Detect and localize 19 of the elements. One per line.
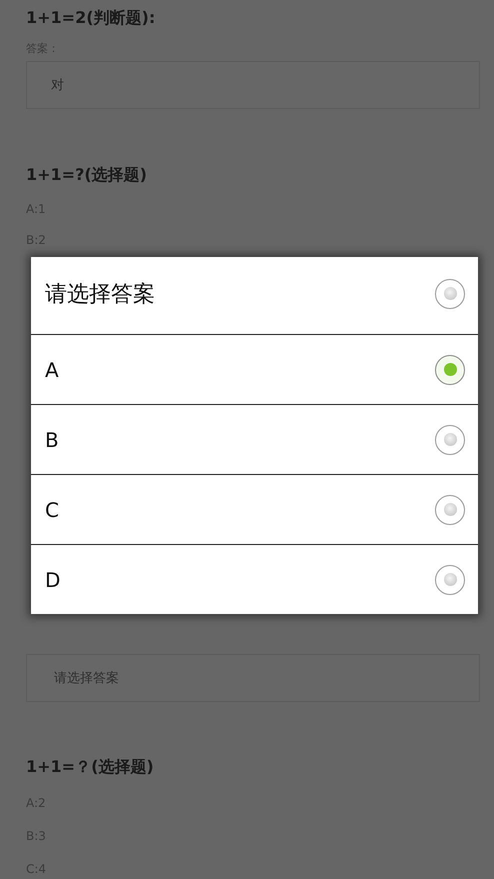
answer-select-field[interactable]: 请选择答案: [26, 654, 480, 702]
dialog-option[interactable]: 请选择答案: [31, 257, 478, 334]
radio-button[interactable]: [435, 494, 465, 524]
question-title: 1+1=？(选择题): [26, 756, 155, 778]
dialog-option[interactable]: C: [31, 474, 478, 544]
option-label: A: [45, 358, 59, 382]
option-label: D: [45, 568, 60, 592]
question-title: 1+1=2(判断题):: [26, 7, 156, 29]
question-title: 1+1=?(选择题): [26, 164, 148, 186]
dialog-option[interactable]: D: [31, 544, 478, 614]
radio-button[interactable]: [435, 354, 465, 384]
option-label: 请选择答案: [45, 280, 155, 308]
radio-button[interactable]: [435, 424, 465, 454]
dialog-option[interactable]: A: [31, 334, 478, 404]
radio-button[interactable]: [435, 278, 465, 308]
radio-button[interactable]: [435, 564, 465, 594]
option-label: B: [45, 428, 59, 452]
dialog-option[interactable]: B: [31, 404, 478, 474]
option-label: C: [45, 498, 59, 522]
